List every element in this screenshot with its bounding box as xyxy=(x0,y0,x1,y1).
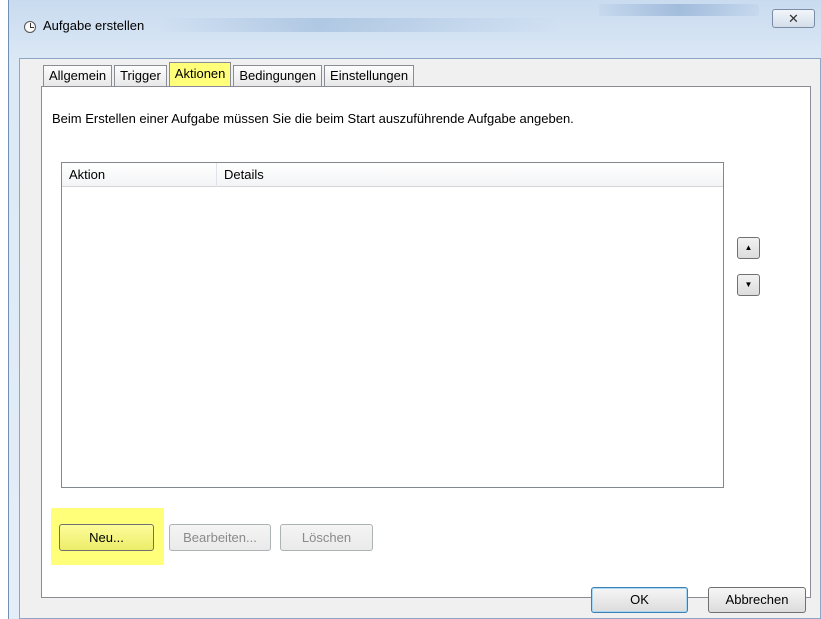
cancel-button[interactable]: Abbrechen xyxy=(708,587,806,613)
ok-button[interactable]: OK xyxy=(591,587,688,613)
tab-bedingungen[interactable]: Bedingungen xyxy=(233,65,323,86)
tab-strip: Allgemein Trigger Aktionen Bedingungen E… xyxy=(43,62,416,86)
clock-icon xyxy=(24,21,36,33)
delete-action-button[interactable]: Löschen xyxy=(280,524,373,551)
dialog-window: Aufgabe erstellen ✕ Allgemein Trigger Ak… xyxy=(8,0,821,619)
dialog-client-area: Allgemein Trigger Aktionen Bedingungen E… xyxy=(19,58,821,619)
window-title: Aufgabe erstellen xyxy=(43,18,145,33)
tab-trigger[interactable]: Trigger xyxy=(114,65,167,86)
column-header-aktion[interactable]: Aktion xyxy=(62,163,217,187)
background-window-title-blur xyxy=(159,18,559,32)
background-window-title-blur xyxy=(599,4,759,16)
new-action-button[interactable]: Neu... xyxy=(59,524,154,551)
close-icon: ✕ xyxy=(788,11,799,26)
instruction-text: Beim Erstellen einer Aufgabe müssen Sie … xyxy=(52,111,574,126)
move-down-button[interactable]: ▼ xyxy=(737,274,760,296)
list-header: Aktion Details xyxy=(62,163,723,187)
close-button[interactable]: ✕ xyxy=(772,9,815,28)
tab-allgemein[interactable]: Allgemein xyxy=(43,65,113,86)
move-up-button[interactable]: ▲ xyxy=(737,237,760,259)
actions-list[interactable]: Aktion Details xyxy=(61,162,724,488)
edit-action-button[interactable]: Bearbeiten... xyxy=(169,524,271,551)
tab-aktionen[interactable]: Aktionen xyxy=(168,62,232,86)
arrow-down-icon: ▼ xyxy=(744,280,753,289)
arrow-up-icon: ▲ xyxy=(744,243,753,252)
column-header-details[interactable]: Details xyxy=(217,163,723,187)
tab-einstellungen[interactable]: Einstellungen xyxy=(324,65,415,86)
